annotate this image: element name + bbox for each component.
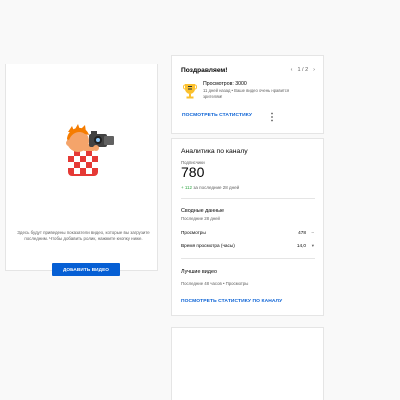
- row-value: 478: [298, 230, 306, 235]
- next-card: [171, 327, 324, 400]
- view-stats-link[interactable]: ПОСМОТРЕТЬ СТАТИСТИКУ: [182, 113, 252, 118]
- view-channel-stats-link[interactable]: ПОСМОТРЕТЬ СТАТИСТИКУ ПО КАНАЛУ: [181, 299, 282, 304]
- empty-state-text: Здесь будут приведены показатели видео, …: [17, 230, 150, 241]
- channel-analytics-card: Аналитика по каналу Подписчики 780 + 112…: [171, 138, 324, 316]
- summary-row-views: Просмотры 478: [181, 230, 306, 235]
- row-label: Время просмотра (часы): [181, 243, 235, 248]
- top-videos-title: Лучшие видео: [181, 269, 217, 275]
- milestone-description: 11 дней назад • Ваше видео очень нравитс…: [203, 88, 290, 99]
- divider: [181, 258, 315, 259]
- row-value: 14,0: [296, 243, 306, 248]
- delta-value: + 112: [181, 185, 193, 190]
- analytics-title: Аналитика по каналу: [181, 148, 248, 155]
- chevron-left-icon[interactable]: ‹: [291, 67, 293, 73]
- trophy-icon: [183, 84, 197, 99]
- delta-period: за последние 28 дней: [193, 185, 240, 190]
- milestone-pager: ‹ 1 / 2 ›: [291, 67, 315, 73]
- divider: [181, 198, 315, 199]
- top-videos-subtitle: Последние 48 часов • Просмотры: [181, 281, 249, 286]
- summary-period: Последние 28 дней: [181, 216, 220, 221]
- summary-title: Сводные данные: [181, 208, 225, 214]
- trend-flat-icon: –: [311, 230, 314, 235]
- upload-empty-state-card: Здесь будут приведены показатели видео, …: [5, 64, 158, 276]
- more-vert-icon[interactable]: [270, 112, 274, 122]
- summary-row-watch-time: Время просмотра (часы) 14,0: [181, 243, 306, 248]
- milestone-title: Просмотров: 3000: [203, 81, 247, 87]
- milestone-card: Поздравляем! ‹ 1 / 2 › Просмотров: 3000 …: [171, 55, 324, 134]
- upload-video-button[interactable]: ДОБАВИТЬ ВИДЕО: [52, 263, 120, 276]
- pager-position: 1 / 2: [297, 67, 309, 73]
- row-label: Просмотры: [181, 230, 206, 235]
- milestone-card-title: Поздравляем!: [181, 67, 228, 74]
- photographer-illustration: [66, 124, 114, 176]
- chevron-right-icon[interactable]: ›: [313, 67, 315, 73]
- subscribers-count: 780: [181, 164, 205, 180]
- subscribers-delta: + 112 за последние 28 дней: [181, 185, 239, 190]
- trend-down-icon: ▾: [311, 243, 314, 248]
